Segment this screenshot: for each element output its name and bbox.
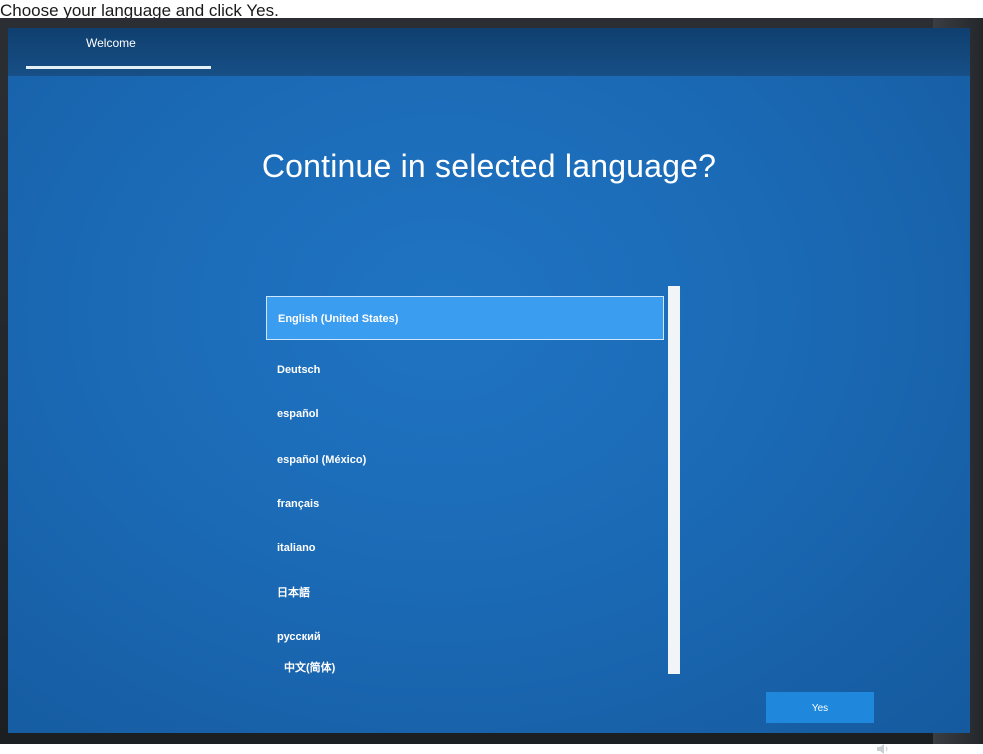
language-selector: English (United States) Deutsch español …: [266, 286, 686, 674]
language-item-francais[interactable]: français: [266, 482, 664, 526]
step-label: Welcome: [86, 36, 136, 50]
language-item-italiano[interactable]: italiano: [266, 526, 664, 570]
setup-header: Welcome: [8, 28, 970, 76]
language-item-japanese[interactable]: 日本語: [266, 571, 664, 615]
setup-screen: Welcome Continue in selected language? E…: [8, 28, 970, 733]
language-list: English (United States) Deutsch español …: [266, 286, 666, 674]
yes-button[interactable]: Yes: [766, 692, 874, 723]
language-item-deutsch[interactable]: Deutsch: [266, 348, 664, 392]
language-item-chinese-simplified[interactable]: 中文(简体): [266, 646, 664, 690]
language-item-espanol[interactable]: español: [266, 392, 664, 436]
page-title: Continue in selected language?: [261, 148, 717, 184]
volume-icon: [877, 744, 888, 754]
language-list-scrollbar[interactable]: [668, 286, 680, 674]
step-progress-bar: [26, 66, 211, 69]
language-item-espanol-mexico[interactable]: español (México): [266, 438, 664, 482]
language-item-english-united-states[interactable]: English (United States): [266, 296, 664, 340]
monitor-bezel: Welcome Continue in selected language? E…: [0, 18, 983, 754]
